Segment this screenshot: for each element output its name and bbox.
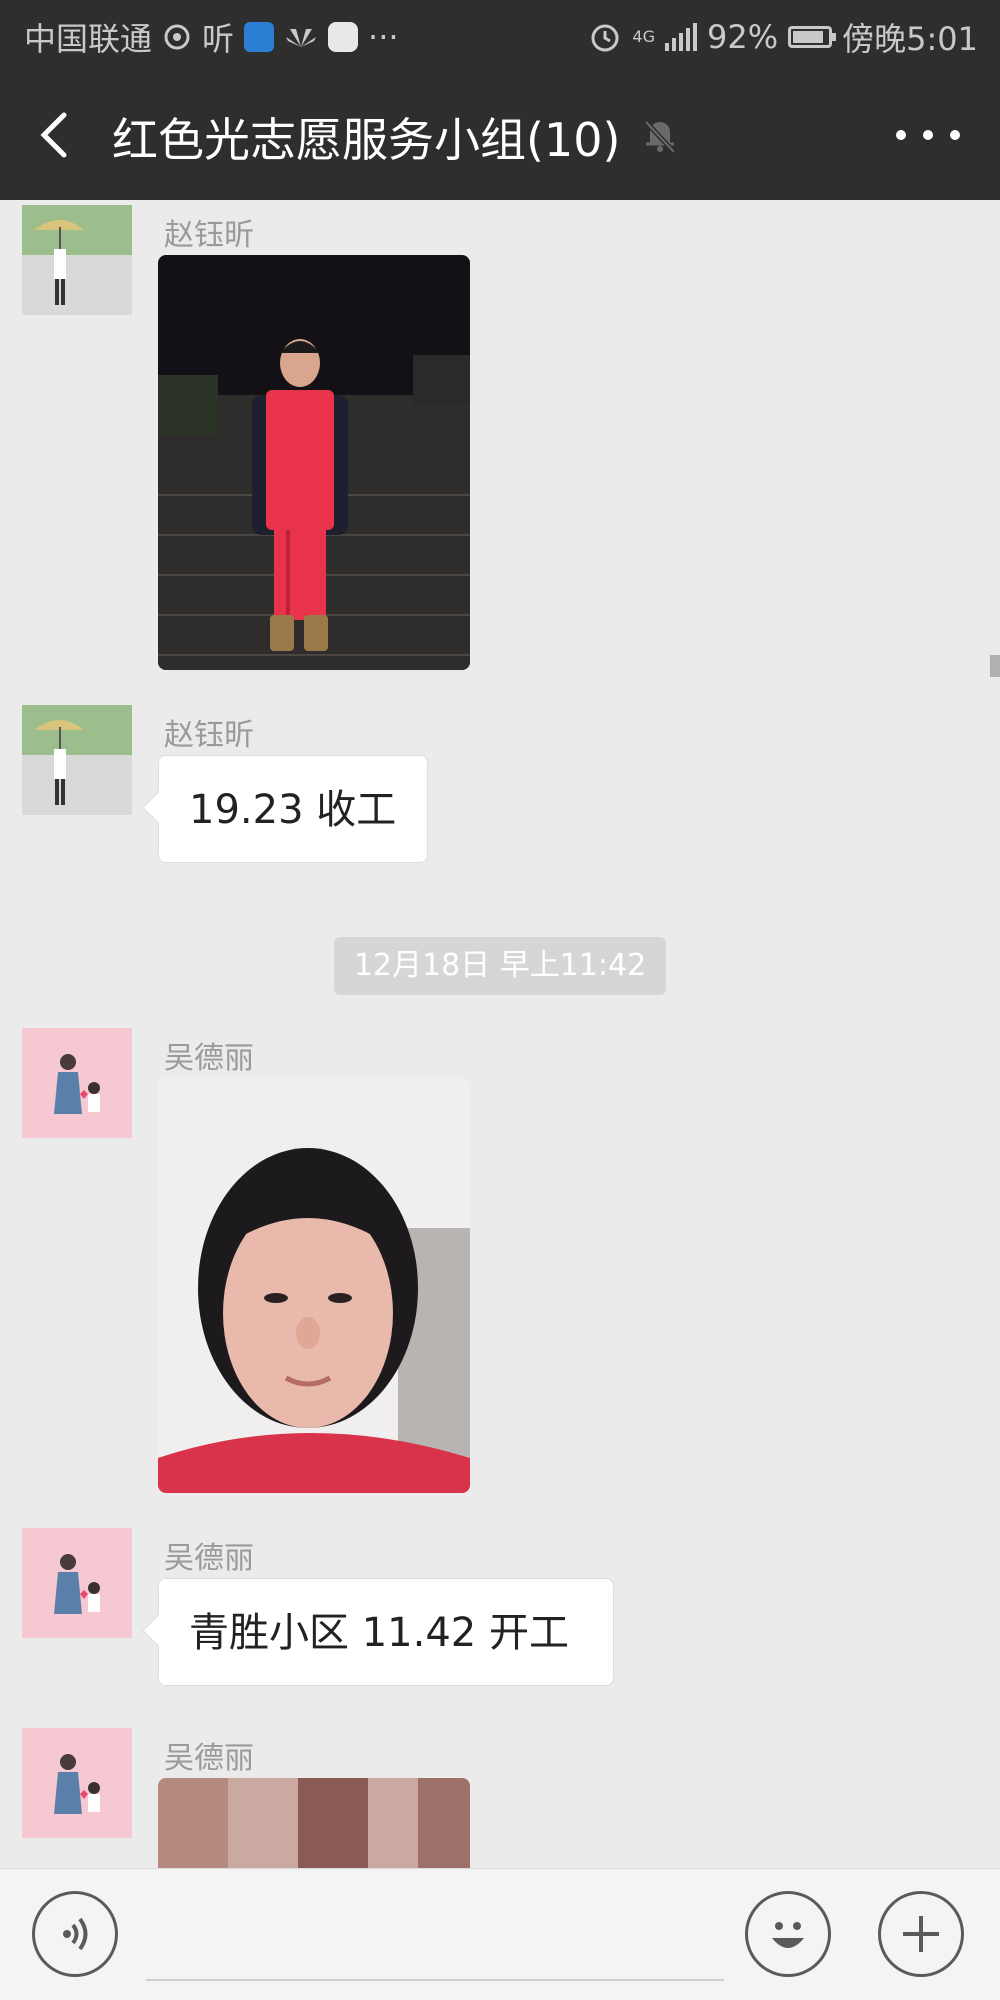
back-button[interactable] — [30, 105, 86, 165]
photo-partial — [158, 1778, 470, 1868]
photo-message[interactable] — [158, 1078, 470, 1493]
news-app-icon — [328, 22, 359, 52]
back-arrow-icon — [40, 112, 67, 158]
sender-name: 赵钰昕 — [164, 718, 254, 753]
emoji-button[interactable] — [745, 1891, 831, 1977]
photo-message[interactable] — [158, 255, 470, 670]
sender-name: 吴德丽 — [164, 1741, 254, 1776]
chat-header: 红色光志愿服务小组(10) — [0, 70, 1000, 200]
photo-message[interactable] — [158, 1778, 470, 1868]
voice-icon — [63, 1917, 88, 1951]
message-list[interactable]: 赵钰昕 赵钰昕 19.23 收工 12月18日 早上11:42 吴德丽 吴德丽 … — [0, 200, 1000, 1868]
umbrella-avatar-image — [22, 205, 132, 315]
huawei-icon — [286, 29, 317, 47]
plus-button[interactable] — [878, 1891, 964, 1977]
status-right: 4G 92% 傍晚5:01 — [588, 14, 978, 60]
signal-icon — [665, 23, 697, 51]
network-type: 4G — [632, 27, 655, 46]
avatar[interactable] — [22, 1028, 132, 1138]
battery-percent: 92% — [707, 18, 779, 56]
more-notifications-icon: ··· — [368, 18, 399, 56]
plus-icon — [903, 1916, 939, 1952]
umbrella-avatar-image — [22, 705, 132, 815]
sender-name: 赵钰昕 — [164, 218, 254, 253]
avatar[interactable] — [22, 205, 132, 315]
timestamp-divider: 12月18日 早上11:42 — [334, 937, 666, 995]
clock-time: 傍晚5:01 — [842, 20, 978, 58]
photo-girl-red-vest-night — [158, 255, 470, 670]
scrollbar-thumb[interactable] — [990, 655, 1000, 677]
avatar[interactable] — [22, 1528, 132, 1638]
alarm-icon — [591, 24, 619, 52]
pink-couple-avatar-image — [22, 1528, 132, 1638]
pink-couple-avatar-image — [22, 1028, 132, 1138]
more-button[interactable] — [896, 120, 960, 150]
status-left: 中国联通 听 ··· — [24, 14, 399, 60]
input-bar — [0, 1868, 1000, 2000]
chat-title[interactable]: 红色光志愿服务小组(10) — [112, 104, 620, 170]
avatar[interactable] — [22, 705, 132, 815]
voice-button[interactable] — [32, 1891, 118, 1977]
listen-app-icon: 听 — [202, 20, 235, 58]
bell-muted-icon — [636, 110, 684, 158]
text-message[interactable]: 青胜小区 11.42 开工 — [158, 1578, 614, 1686]
more-dots-icon — [896, 130, 906, 140]
text-message[interactable]: 19.23 收工 — [158, 755, 428, 863]
carrier-name: 中国联通 — [24, 20, 153, 58]
emoji-icon — [772, 1922, 804, 1948]
swirl-icon — [164, 24, 190, 50]
status-bar: 中国联通 听 ··· 4G 92% 傍晚5:01 — [0, 0, 1000, 70]
pink-couple-avatar-image — [22, 1728, 132, 1838]
battery-icon — [788, 26, 837, 48]
avatar[interactable] — [22, 1728, 132, 1838]
sender-name: 吴德丽 — [164, 1541, 254, 1576]
sender-name: 吴德丽 — [164, 1041, 254, 1076]
shield-icon — [244, 22, 275, 52]
photo-girl-selfie — [158, 1078, 470, 1493]
message-input[interactable] — [146, 1979, 724, 1981]
